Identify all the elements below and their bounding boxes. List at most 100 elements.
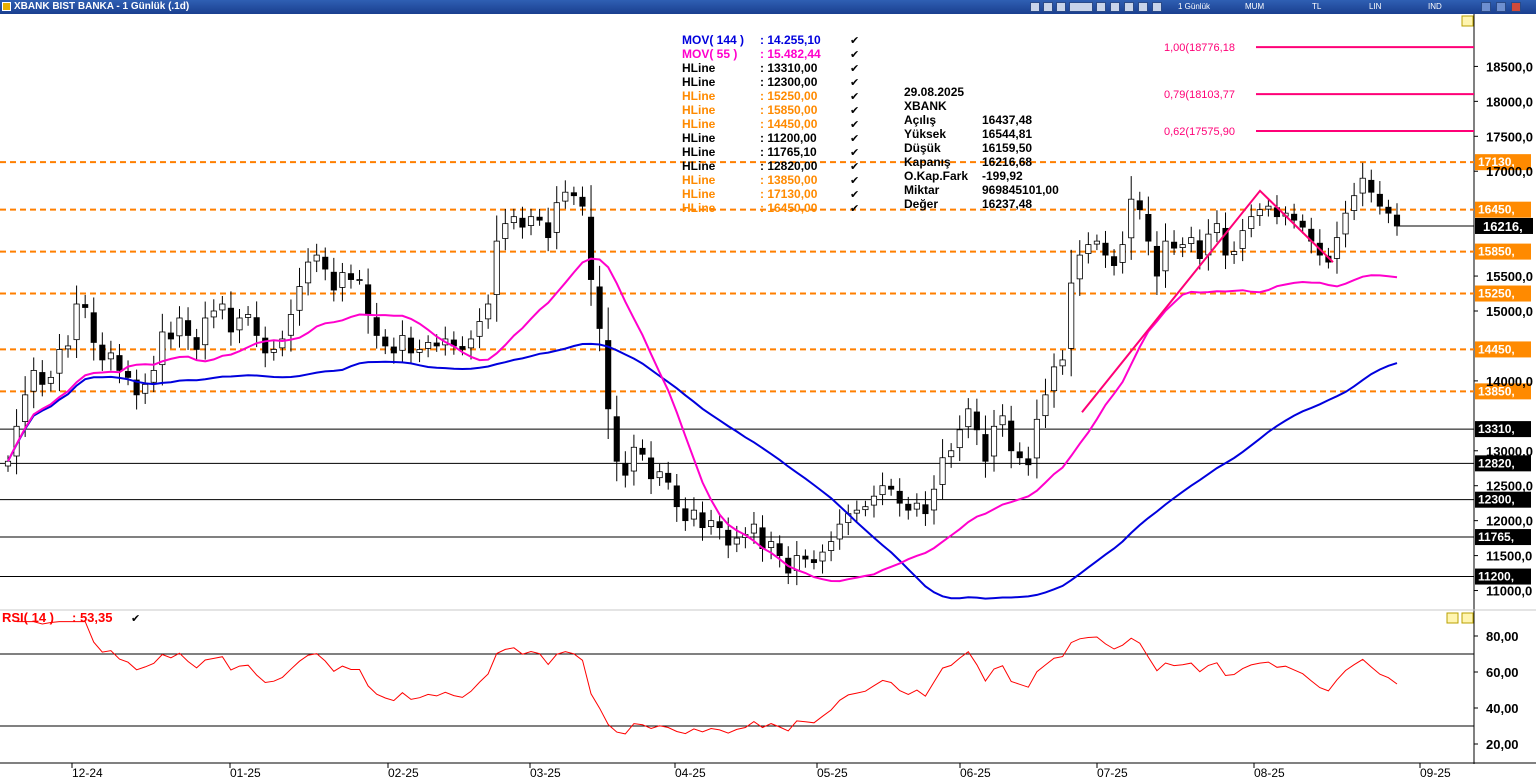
legend-visible-icon: ✔ (850, 146, 859, 159)
toolbar-icon[interactable] (1056, 2, 1066, 12)
price-tick-label: 12000,0 (1486, 514, 1533, 529)
toolbar-period[interactable]: 1 Günlük (1178, 1, 1210, 13)
toolbar-icon[interactable] (1124, 2, 1134, 12)
candle (56, 349, 63, 374)
candle (1145, 213, 1152, 242)
toolbar-indicators[interactable]: IND (1428, 1, 1442, 13)
candle (4, 460, 12, 467)
app-icon (2, 2, 11, 11)
candle (382, 336, 389, 347)
panel-button[interactable] (1446, 612, 1459, 624)
candle (1102, 242, 1109, 256)
candle (1213, 223, 1221, 233)
candle (1299, 220, 1306, 228)
candle (347, 273, 355, 280)
candle (82, 304, 89, 308)
candle (485, 303, 492, 320)
toolbar-currency[interactable]: TL (1312, 1, 1321, 13)
candle (1085, 244, 1092, 254)
toolbar-icon[interactable] (1110, 2, 1120, 12)
candle (870, 495, 878, 506)
candle (22, 394, 29, 422)
hline-price-tag-label: 15250, (1478, 287, 1515, 301)
candle (227, 307, 234, 333)
title-bar: XBANK BIST BANKA - 1 Günlük (.1d) 1 Günl… (0, 0, 1536, 14)
candle (768, 541, 775, 548)
candle (956, 429, 963, 449)
candle (330, 271, 337, 291)
candle (536, 216, 543, 221)
toolbar-icon[interactable] (1030, 2, 1040, 12)
candle (888, 485, 895, 490)
candle (905, 503, 912, 511)
legend-hline-name: HLine (682, 75, 716, 89)
price-chart[interactable]: 13310, 12300, 15250, 15850, 14450, 11200, 1176… (0, 14, 1536, 778)
time-tick-label: 02-25 (388, 766, 419, 778)
legend-hline-value: : 16450,00 (760, 201, 818, 215)
candle (1256, 209, 1263, 217)
legend-hline-value: : 11200,00 (760, 131, 817, 145)
candle (1059, 359, 1066, 367)
toolbar-icon[interactable] (1043, 2, 1053, 12)
legend-visible-icon: ✔ (850, 118, 859, 131)
candle (1171, 241, 1178, 249)
candle (1136, 200, 1143, 211)
legend-visible-icon: ✔ (850, 48, 859, 61)
legend-visible-icon: ✔ (850, 76, 859, 89)
minimize-icon[interactable] (1481, 2, 1491, 12)
candle (922, 504, 929, 515)
candle (407, 337, 415, 354)
candle (973, 411, 980, 431)
legend-hline-value: : 14450,00 (760, 117, 818, 131)
legend-ma-name: MOV( 144 ) (682, 33, 744, 47)
candle (1231, 251, 1238, 255)
candle (373, 317, 380, 336)
candle (253, 317, 260, 336)
candle (322, 256, 329, 270)
candle (1179, 244, 1186, 248)
restore-icon[interactable] (1496, 2, 1506, 12)
close-icon[interactable] (1511, 2, 1521, 12)
legend-hline-value: : 13850,00 (760, 173, 818, 187)
panel-button[interactable] (1461, 612, 1474, 624)
candle (142, 383, 149, 394)
toolbar-icon[interactable] (1069, 2, 1093, 12)
toolbar-icon[interactable] (1096, 2, 1106, 12)
rsi-tick-label: 80,00 (1486, 629, 1519, 644)
time-tick-label: 05-25 (817, 766, 848, 778)
candle (587, 216, 595, 280)
legend-hline-name: HLine (682, 103, 716, 117)
toolbar-chart-type[interactable]: MUM (1245, 1, 1264, 13)
candle (1342, 212, 1349, 235)
info-row-label: O.Kap.Fark (904, 169, 968, 183)
candle (896, 490, 903, 504)
info-date: 29.08.2025 (904, 85, 964, 99)
legend-visible-icon: ✔ (850, 188, 859, 201)
legend-hline-value: : 12820,00 (760, 159, 818, 173)
candle (699, 512, 706, 529)
candle (708, 520, 715, 527)
candle (467, 338, 475, 349)
time-tick-label: 08-25 (1254, 766, 1285, 778)
legend-hline-value: : 17130,00 (760, 187, 818, 201)
toolbar-scale[interactable]: LIN (1369, 1, 1381, 13)
panel-button[interactable] (1461, 15, 1474, 27)
candle (399, 335, 406, 351)
toolbar-icon[interactable] (1152, 2, 1162, 12)
candle (150, 369, 157, 383)
legend-hline-name: HLine (682, 89, 716, 103)
price-tick-label: 11500,0 (1486, 549, 1532, 564)
candle (73, 303, 80, 341)
time-tick-label: 03-25 (530, 766, 561, 778)
candle (733, 537, 740, 545)
candle (690, 509, 697, 520)
candle (673, 485, 680, 508)
toolbar-icon[interactable] (1138, 2, 1148, 12)
candle (1025, 458, 1032, 466)
legend-visible-icon: ✔ (850, 104, 859, 117)
candle (193, 337, 200, 350)
price-tick-label: 18000,0 (1486, 94, 1533, 109)
window-title: XBANK BIST BANKA - 1 Günlük (.1d) (14, 1, 190, 12)
info-row-value: 16437,48 (982, 113, 1032, 127)
candle (1393, 214, 1401, 227)
